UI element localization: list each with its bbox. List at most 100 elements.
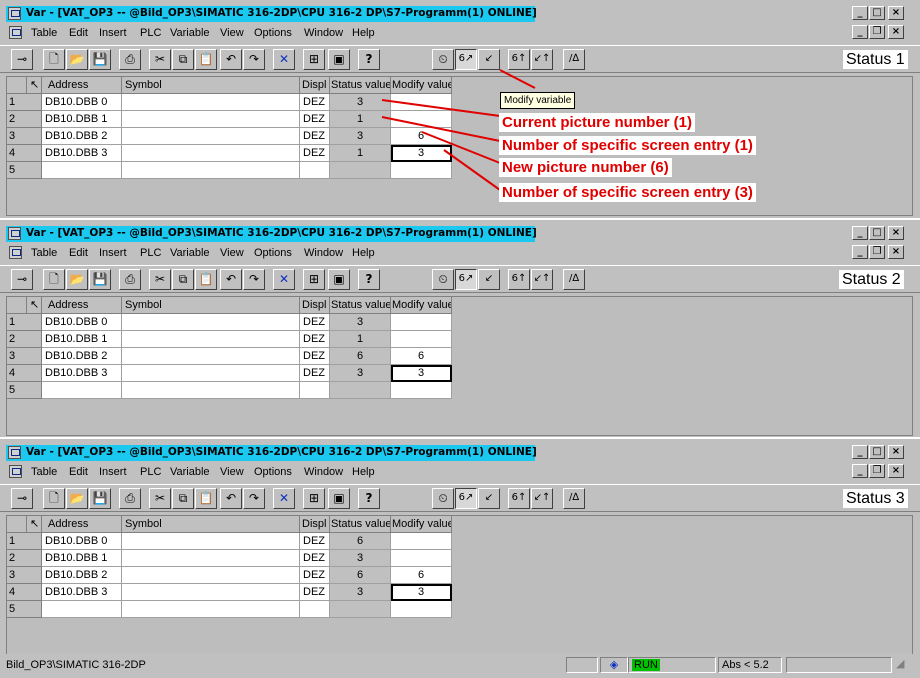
cell-symbol[interactable] [122, 314, 300, 331]
online-icon[interactable]: ⊞ [303, 488, 325, 509]
close-button[interactable]: × [888, 226, 904, 240]
row-number[interactable]: 4 [7, 584, 42, 601]
menu-view[interactable]: View [220, 466, 244, 478]
doc-close-button[interactable]: × [888, 464, 904, 478]
cell-display[interactable]: DEZ [300, 331, 330, 348]
row-number[interactable]: 2 [7, 331, 42, 348]
menu-options[interactable]: Options [254, 27, 292, 39]
menu-window[interactable]: Window [304, 247, 343, 259]
paste-icon[interactable]: 📋 [195, 49, 217, 70]
minimize-button[interactable]: _ [852, 445, 868, 459]
cell-modify[interactable] [391, 94, 452, 111]
pin-icon[interactable]: ⊸ [11, 488, 33, 509]
doc-restore-button[interactable]: ❐ [869, 464, 885, 478]
header-symbol[interactable]: Symbol [122, 77, 300, 94]
cell-address[interactable]: DB10.DBB 3 [42, 145, 122, 162]
copy-icon[interactable]: ⧉ [172, 49, 194, 70]
paste-icon[interactable]: 📋 [195, 488, 217, 509]
cell-display[interactable]: DEZ [300, 533, 330, 550]
header-display[interactable]: Displ [300, 516, 330, 533]
menu-window[interactable]: Window [304, 466, 343, 478]
close-button[interactable]: × [888, 445, 904, 459]
redo-icon[interactable]: ↷ [243, 49, 265, 70]
row-number[interactable]: 3 [7, 348, 42, 365]
doc-restore-button[interactable]: ❐ [869, 245, 885, 259]
cell-symbol[interactable] [122, 94, 300, 111]
row-number[interactable]: 4 [7, 365, 42, 382]
monitor-icon[interactable]: ▣ [328, 269, 350, 290]
menu-insert[interactable]: Insert [99, 27, 127, 39]
undo-icon[interactable]: ↶ [220, 269, 242, 290]
menu-table[interactable]: Table [31, 27, 57, 39]
cell-modify[interactable]: 6 [391, 348, 452, 365]
cell-display[interactable]: DEZ [300, 550, 330, 567]
cell-symbol[interactable] [122, 162, 300, 179]
cell-display[interactable]: DEZ [300, 94, 330, 111]
cell-address[interactable]: DB10.DBB 2 [42, 567, 122, 584]
document-icon[interactable] [9, 246, 22, 259]
cell-symbol[interactable] [122, 348, 300, 365]
undo-icon[interactable]: ↶ [220, 488, 242, 509]
cell-symbol[interactable] [122, 601, 300, 618]
header-address[interactable]: Address [42, 516, 122, 533]
row-number[interactable]: 1 [7, 314, 42, 331]
cell-display[interactable]: DEZ [300, 348, 330, 365]
menu-variable[interactable]: Variable [170, 27, 210, 39]
cell-symbol[interactable] [122, 128, 300, 145]
menu-options[interactable]: Options [254, 466, 292, 478]
cell-modify-active[interactable]: 3 [391, 584, 452, 601]
menu-window[interactable]: Window [304, 27, 343, 39]
cell-symbol[interactable] [122, 382, 300, 399]
doc-minimize-button[interactable]: _ [852, 245, 868, 259]
doc-close-button[interactable]: × [888, 245, 904, 259]
row-number[interactable]: 3 [7, 128, 42, 145]
delete-icon[interactable]: ✕ [273, 49, 295, 70]
cell-symbol[interactable] [122, 145, 300, 162]
cell-modify-active[interactable]: 3 [391, 365, 452, 382]
trigger-icon[interactable]: ⏲ [432, 269, 454, 290]
cell-address[interactable]: DB10.DBB 0 [42, 533, 122, 550]
help-icon[interactable]: ? [358, 49, 380, 70]
cell-display[interactable]: DEZ [300, 145, 330, 162]
resize-grip-icon[interactable]: ◢ [896, 657, 904, 670]
monitor-variable-icon[interactable]: 6↗ [455, 269, 477, 290]
help-icon[interactable]: ? [358, 488, 380, 509]
cell-symbol[interactable] [122, 331, 300, 348]
cell-modify[interactable] [391, 314, 452, 331]
cell-symbol[interactable] [122, 584, 300, 601]
header-symbol[interactable]: Symbol [122, 516, 300, 533]
cell-address[interactable]: DB10.DBB 0 [42, 94, 122, 111]
menu-table[interactable]: Table [31, 466, 57, 478]
copy-icon[interactable]: ⧉ [172, 488, 194, 509]
row-number[interactable]: 4 [7, 145, 42, 162]
close-button[interactable]: × [888, 6, 904, 20]
menu-table[interactable]: Table [31, 247, 57, 259]
doc-minimize-button[interactable]: _ [852, 464, 868, 478]
cell-display[interactable] [300, 162, 330, 179]
menu-edit[interactable]: Edit [69, 466, 88, 478]
print-icon[interactable]: ⎙ [119, 49, 141, 70]
modify-variable-icon[interactable]: ↙ [478, 49, 500, 70]
print-icon[interactable]: ⎙ [119, 269, 141, 290]
force-icon[interactable]: /∆ [563, 488, 585, 509]
header-modify[interactable]: Modify value [391, 297, 452, 314]
document-icon[interactable] [9, 465, 22, 478]
trigger-icon[interactable]: ⏲ [432, 49, 454, 70]
online-icon[interactable]: ⊞ [303, 269, 325, 290]
save-icon[interactable]: 💾 [89, 488, 111, 509]
menu-plc[interactable]: PLC [140, 466, 161, 478]
paste-icon[interactable]: 📋 [195, 269, 217, 290]
cut-icon[interactable]: ✂ [149, 49, 171, 70]
cell-modify[interactable] [391, 382, 452, 399]
header-display[interactable]: Displ [300, 77, 330, 94]
maximize-button[interactable]: □ [869, 6, 885, 20]
cell-address[interactable]: DB10.DBB 2 [42, 348, 122, 365]
header-status[interactable]: Status value [330, 77, 391, 94]
modify-variable-icon[interactable]: ↙ [478, 488, 500, 509]
pin-icon[interactable]: ⊸ [11, 269, 33, 290]
row-number[interactable]: 5 [7, 382, 42, 399]
monitor-icon[interactable]: ▣ [328, 488, 350, 509]
cell-display[interactable]: DEZ [300, 365, 330, 382]
pin-icon[interactable]: ⊸ [11, 49, 33, 70]
cut-icon[interactable]: ✂ [149, 269, 171, 290]
